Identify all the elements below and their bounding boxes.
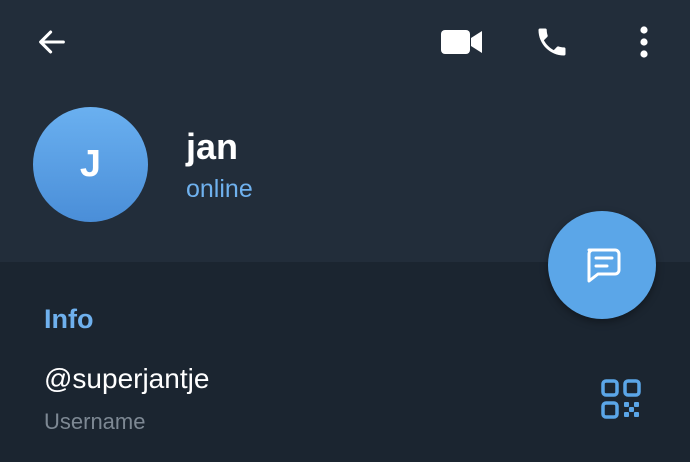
video-camera-icon [441,30,482,54]
info-section-title: Info [44,304,94,334]
more-options-button[interactable] [626,18,662,66]
message-icon [587,248,621,283]
avatar-initial: J [79,143,102,185]
phone-icon [538,28,566,56]
voice-call-button[interactable] [526,18,578,66]
qr-code-icon [601,379,641,419]
more-vertical-icon [640,26,648,58]
qr-code-button[interactable] [596,376,646,422]
username-caption: Username [44,409,146,434]
contact-name: jan [186,126,239,167]
video-call-button[interactable] [434,18,490,66]
contact-status: online [186,175,253,203]
arrow-left-icon [39,30,65,54]
avatar[interactable]: J [33,107,148,222]
back-button[interactable] [28,18,76,66]
send-message-button[interactable] [548,211,656,319]
username-value[interactable]: @superjantje [44,362,209,396]
